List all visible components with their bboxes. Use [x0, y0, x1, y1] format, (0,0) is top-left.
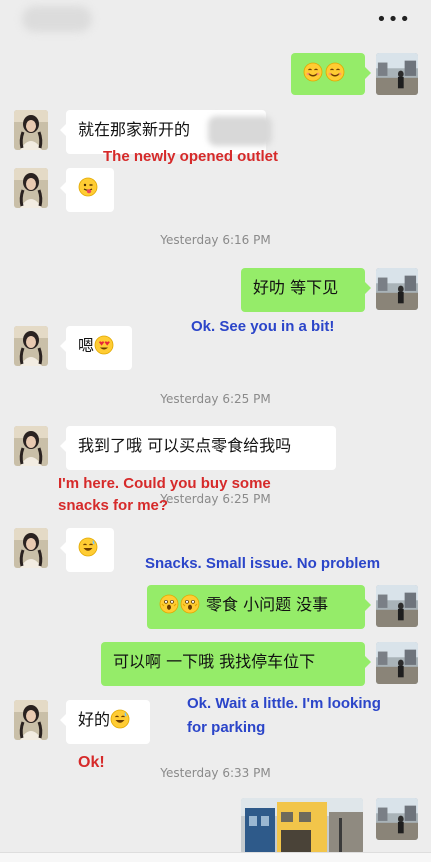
message-bubble-out[interactable] [291, 53, 371, 95]
timestamp: Yesterday 6:16 PM [160, 233, 271, 247]
sweat-smile-emoji-icon [110, 709, 130, 729]
message-text: 好的 [78, 710, 111, 729]
blurred-contact-name [22, 6, 92, 32]
my-avatar[interactable] [376, 585, 418, 627]
my-avatar[interactable] [376, 53, 418, 95]
message-text: 可以啊 一下哦 我找停车位下 [113, 652, 316, 671]
message-bubble-in[interactable] [60, 168, 114, 212]
message-bubble-in[interactable]: 嗯 [60, 326, 132, 370]
contact-avatar[interactable] [14, 700, 48, 740]
message-bubble-out[interactable]: 好叻 等下见 [241, 268, 371, 312]
my-avatar[interactable] [376, 642, 418, 684]
translation-label: I'm here. Could you buy some [58, 475, 271, 492]
translation-label: for parking [187, 719, 266, 736]
message-bubble-in[interactable]: 我到了哦 可以买点零食给我吗 [60, 426, 336, 470]
my-avatar[interactable] [376, 798, 418, 840]
contact-avatar[interactable] [14, 528, 48, 568]
street-photo [241, 798, 363, 854]
more-dots-icon[interactable]: ••• [376, 9, 411, 30]
contact-avatar[interactable] [14, 168, 48, 208]
translation-label: The newly opened outlet [103, 148, 279, 165]
shock-emoji-icon [180, 594, 200, 614]
translation-label: Ok. Wait a little. I'm looking [187, 695, 381, 712]
sweat-smile-emoji-icon [78, 537, 98, 557]
message-text: 我到了哦 可以买点零食给我吗 [78, 436, 292, 455]
timestamp: Yesterday 6:33 PM [160, 766, 271, 780]
contact-avatar[interactable] [14, 326, 48, 366]
shock-emoji-icon [159, 594, 179, 614]
message-bubble-out[interactable]: 零食 小问题 没事 [147, 585, 371, 629]
image-message[interactable] [241, 798, 363, 854]
contact-avatar[interactable] [14, 426, 48, 466]
translation-label: snacks for me? [58, 497, 169, 514]
blurred-text-patch [208, 116, 272, 146]
heart-eyes-emoji-icon [94, 335, 114, 355]
chat-header: ••• [0, 0, 431, 40]
tongue-emoji-icon [78, 177, 98, 197]
smile-emoji-icon [325, 62, 345, 82]
contact-avatar[interactable] [14, 110, 48, 150]
smile-emoji-icon [303, 62, 323, 82]
message-bubble-in[interactable] [60, 528, 114, 572]
message-bubble-out[interactable]: 可以啊 一下哦 我找停车位下 [101, 642, 371, 686]
timestamp: Yesterday 6:25 PM [160, 392, 271, 406]
message-text: 好叻 等下见 [253, 278, 339, 297]
message-text: 就在那家新开的 [78, 120, 191, 139]
message-text: 零食 小问题 没事 [206, 595, 329, 614]
message-bubble-in[interactable]: 好的 [60, 700, 150, 744]
my-avatar[interactable] [376, 268, 418, 310]
translation-label: Snacks. Small issue. No problem [145, 555, 381, 572]
translation-label: Ok. See you in a bit! [191, 318, 335, 335]
message-text: 嗯 [78, 336, 95, 355]
